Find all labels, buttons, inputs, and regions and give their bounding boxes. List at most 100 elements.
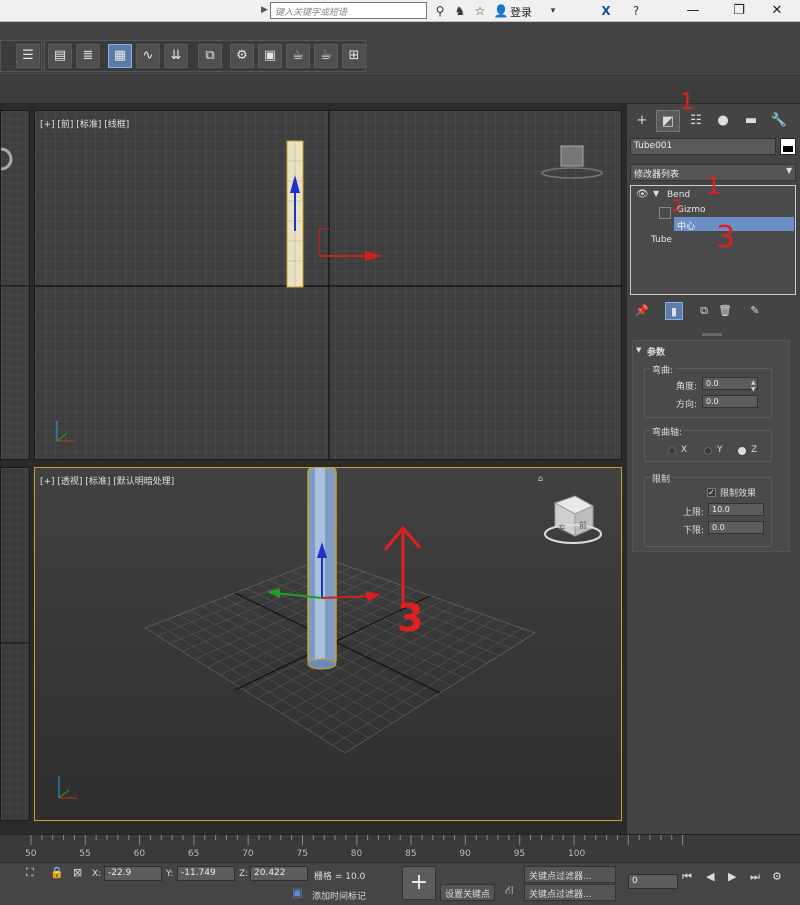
y-coord-field[interactable]: -11.749: [177, 866, 235, 881]
ribbon-toggle-icon[interactable]: ▦: [108, 44, 132, 68]
add-time-tag-link[interactable]: 添加时间标记: [312, 889, 366, 902]
z-coord-field[interactable]: 20.422: [250, 866, 308, 881]
viewport-perspective[interactable]: [+] [透视] [标准] [默认明暗处理] ⌂ 左 前 3: [34, 467, 622, 821]
close-button[interactable]: ✕: [754, 0, 800, 22]
absolute-mode-icon[interactable]: ⊠: [73, 866, 82, 879]
axis-z-label: Z: [751, 445, 758, 455]
previous-frame-icon[interactable]: ◀: [706, 870, 714, 883]
perspective-viewport-scene: [58, 468, 602, 799]
axis-x-radio[interactable]: [668, 447, 676, 455]
search-input[interactable]: 键入关键字或短语: [270, 2, 427, 19]
front-viewport-label[interactable]: [+] [前] [标准] [线框]: [40, 117, 129, 130]
axis-y-radio[interactable]: [704, 447, 712, 455]
motion-tab-icon[interactable]: ●: [711, 110, 735, 132]
current-frame-field[interactable]: 0: [628, 874, 678, 889]
expand-triangle-icon[interactable]: ▼: [653, 189, 659, 198]
modify-tab-icon[interactable]: ◩: [656, 110, 680, 132]
render-cloud-icon[interactable]: ⊞: [342, 44, 366, 68]
viewport-left-bottom[interactable]: [0, 467, 30, 821]
isolate-selection-icon[interactable]: ⛶: [26, 866, 34, 880]
home-icon[interactable]: ⌂: [538, 474, 543, 483]
render-icon[interactable]: ☕: [314, 44, 338, 68]
set-key-button[interactable]: 设置关键点: [440, 884, 496, 901]
bend-group-label: 弯曲:: [650, 363, 676, 376]
star-icon[interactable]: ☆: [472, 3, 488, 19]
display-tab-icon[interactable]: ▬: [739, 110, 763, 132]
z-coord-label: Z:: [239, 869, 249, 879]
direction-label: 方向:: [676, 400, 698, 410]
lower-limit-spinner[interactable]: 0.0: [708, 521, 764, 534]
annotation-3-persp: 3: [397, 596, 424, 640]
viewport-front[interactable]: [+] [前] [标准] [线框]: [34, 110, 622, 460]
upper-limit-spinner[interactable]: 10.0: [708, 503, 764, 516]
next-frame-icon[interactable]: ⏭: [750, 870, 760, 884]
timeline-ticks: [30, 835, 684, 845]
perspective-viewport-label[interactable]: [+] [透视] [标准] [默认明暗处理]: [40, 474, 174, 487]
angle-label: 角度:: [676, 382, 698, 392]
dope-sheet-icon[interactable]: ⇊: [164, 44, 188, 68]
viewport-grid-left-top: [1, 111, 29, 459]
curve-editor-icon[interactable]: ∿: [136, 44, 160, 68]
eye-icon[interactable]: 👁: [636, 189, 649, 200]
timeline-track[interactable]: [0, 834, 800, 862]
timeline-tick-label: 100: [568, 849, 586, 859]
schematic-view-icon[interactable]: ⧉: [198, 44, 222, 68]
layer-manager-icon[interactable]: ▤: [48, 44, 72, 68]
stack-item-tube[interactable]: Tube: [651, 235, 672, 245]
align-icon[interactable]: ☰: [16, 44, 40, 68]
front-viewport-scene: [35, 111, 621, 459]
axis-z-radio[interactable]: [738, 447, 746, 455]
configure-sets-icon[interactable]: ✎: [746, 302, 764, 320]
grid-size-label: 栅格 = 10.0: [314, 872, 366, 882]
stack-item-center[interactable]: 中心: [677, 219, 695, 232]
timeline-tick-label: 85: [405, 849, 417, 859]
time-config-icon[interactable]: ⚙: [772, 870, 782, 883]
angle-spinner[interactable]: 0.0: [702, 377, 758, 390]
render-frame-icon[interactable]: ☕: [286, 44, 310, 68]
dropdown-arrow-icon[interactable]: ▾: [545, 3, 561, 19]
create-tab-icon[interactable]: +: [630, 110, 654, 132]
x-coord-field[interactable]: -22.9: [104, 866, 162, 881]
show-end-result-icon[interactable]: ▮: [665, 302, 683, 320]
z-coord-value: 20.422: [254, 868, 286, 878]
play-icon[interactable]: ▶: [728, 870, 736, 883]
current-frame-value: 0: [632, 876, 638, 886]
user-icon[interactable]: 👤: [493, 3, 509, 19]
material-editor-icon[interactable]: ⚙: [230, 44, 254, 68]
annotation-2: 2: [672, 196, 683, 215]
go-to-start-icon[interactable]: ⏮: [682, 870, 692, 884]
object-name-field[interactable]: Tube001: [630, 138, 776, 155]
minimize-button[interactable]: —: [670, 0, 716, 22]
favorites-icon[interactable]: ♞: [452, 3, 468, 19]
rollout-title[interactable]: 参数: [647, 345, 665, 358]
time-tag-icon[interactable]: ▣: [292, 886, 302, 899]
viewport-left-top[interactable]: [0, 110, 30, 460]
panel-divider[interactable]: [702, 333, 722, 336]
key-mode-icon[interactable]: ⛙: [505, 883, 513, 899]
remove-modifier-icon[interactable]: 🗑: [716, 302, 734, 320]
help-icon[interactable]: ?: [628, 3, 644, 19]
gizmo-box: [659, 207, 671, 219]
render-setup-icon[interactable]: ▣: [258, 44, 282, 68]
lock-icon[interactable]: 🔒: [50, 866, 64, 879]
make-unique-icon[interactable]: ⧉: [695, 302, 713, 320]
annotation-1: 1: [706, 172, 722, 200]
rollout-collapse-icon[interactable]: ▼: [636, 346, 641, 354]
limit-effect-checkbox[interactable]: ✓: [707, 488, 716, 497]
search-expand-icon[interactable]: ▶: [261, 5, 268, 15]
chevron-down-icon[interactable]: ▼: [786, 166, 792, 175]
set-key-icon[interactable]: +: [402, 866, 436, 900]
upper-limit-label: 上限:: [683, 508, 705, 518]
utilities-tab-icon[interactable]: 🔧: [767, 110, 791, 132]
pin-stack-icon[interactable]: 📌: [633, 302, 651, 320]
binoculars-icon[interactable]: ⚲: [432, 3, 448, 19]
spinner-arrows-icon[interactable]: ▲ ▼: [751, 379, 756, 393]
timeline-tick-label: 90: [459, 849, 471, 859]
direction-spinner[interactable]: 0.0: [702, 395, 758, 408]
scene-explorer-icon[interactable]: ≣: [76, 44, 100, 68]
y-coord-label: Y:: [166, 869, 174, 879]
key-filters-button[interactable]: 关键点过滤器...: [524, 884, 616, 901]
exchange-icon[interactable]: X: [598, 3, 614, 19]
key-filter-dropdown[interactable]: 关键点过滤器...: [524, 866, 616, 883]
login-link[interactable]: 登录: [510, 4, 532, 20]
